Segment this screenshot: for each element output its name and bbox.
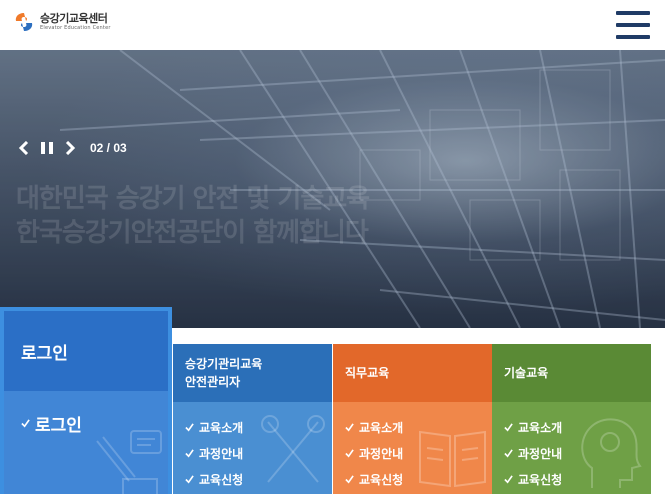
check-icon xyxy=(504,422,513,431)
book-icon xyxy=(419,430,486,488)
hero-slider: 02 / 03 대한민국 승강기 안전 및 기술교육 한국승강기안전공단이 함께… xyxy=(0,50,665,328)
hero-caption-line1: 대한민국 승강기 안전 및 기술교육 xyxy=(16,184,370,214)
hamburger-menu-icon[interactable] xyxy=(614,10,652,40)
category-safety-manager: 승강기관리교육 안전관리자 교육소개 과정안내 교육신청 xyxy=(173,344,332,494)
category-title-line1: 직무교육 xyxy=(345,366,390,380)
login-panel: 로그인 로그인 xyxy=(0,307,172,494)
hero-caption-line2: 한국승강기안전공단이 함께합니다 xyxy=(16,218,369,248)
check-icon xyxy=(345,448,354,457)
login-body: 로그인 xyxy=(4,391,168,494)
check-icon xyxy=(185,448,194,457)
site-logo[interactable]: 승강기교육센터 Elevator Education Center xyxy=(13,11,111,33)
slide-pager: 02 / 03 xyxy=(90,141,127,155)
login-header: 로그인 xyxy=(4,311,168,391)
check-icon xyxy=(345,422,354,431)
category-header[interactable]: 기술교육 xyxy=(492,344,651,402)
check-icon xyxy=(504,448,513,457)
logo-subtitle: Elevator Education Center xyxy=(40,25,111,31)
chevron-left-icon[interactable] xyxy=(16,140,32,156)
head-gear-icon xyxy=(581,418,642,488)
category-title-line2: 안전관리자 xyxy=(185,375,241,389)
tools-icon xyxy=(261,415,325,483)
pencil-chat-icon xyxy=(96,430,162,494)
check-icon xyxy=(185,474,194,483)
category-job-training: 직무교육 교육소개 과정안내 교육신청 xyxy=(333,344,492,494)
check-icon xyxy=(21,419,30,428)
check-icon xyxy=(185,422,194,431)
logo-mark-icon xyxy=(15,13,33,31)
category-menu: 교육소개 과정안내 교육신청 xyxy=(492,402,651,494)
check-icon xyxy=(504,474,513,483)
slider-controls: 02 / 03 xyxy=(16,140,127,156)
login-link-label: 로그인 xyxy=(35,416,82,436)
category-header[interactable]: 승강기관리교육 안전관리자 xyxy=(173,344,332,402)
hero-caption: 대한민국 승강기 안전 및 기술교육 한국승강기안전공단이 함께합니다 xyxy=(16,182,370,250)
logo-title: 승강기교육센터 xyxy=(40,12,108,25)
category-title-line1: 기술교육 xyxy=(504,366,549,380)
login-title: 로그인 xyxy=(21,343,68,364)
category-menu: 교육소개 과정안내 교육신청 xyxy=(333,402,492,494)
login-link[interactable]: 로그인 xyxy=(21,411,82,436)
site-header: 승강기교육센터 Elevator Education Center xyxy=(0,0,665,50)
check-icon xyxy=(345,474,354,483)
category-menu: 교육소개 과정안내 교육신청 xyxy=(173,402,332,494)
category-title-line1: 승강기관리교육 xyxy=(185,357,263,371)
chevron-right-icon[interactable] xyxy=(62,140,78,156)
category-technical-training: 기술교육 교육소개 과정안내 교육신청 xyxy=(492,344,651,494)
category-header[interactable]: 직무교육 xyxy=(333,344,492,402)
pause-icon[interactable] xyxy=(39,140,55,156)
